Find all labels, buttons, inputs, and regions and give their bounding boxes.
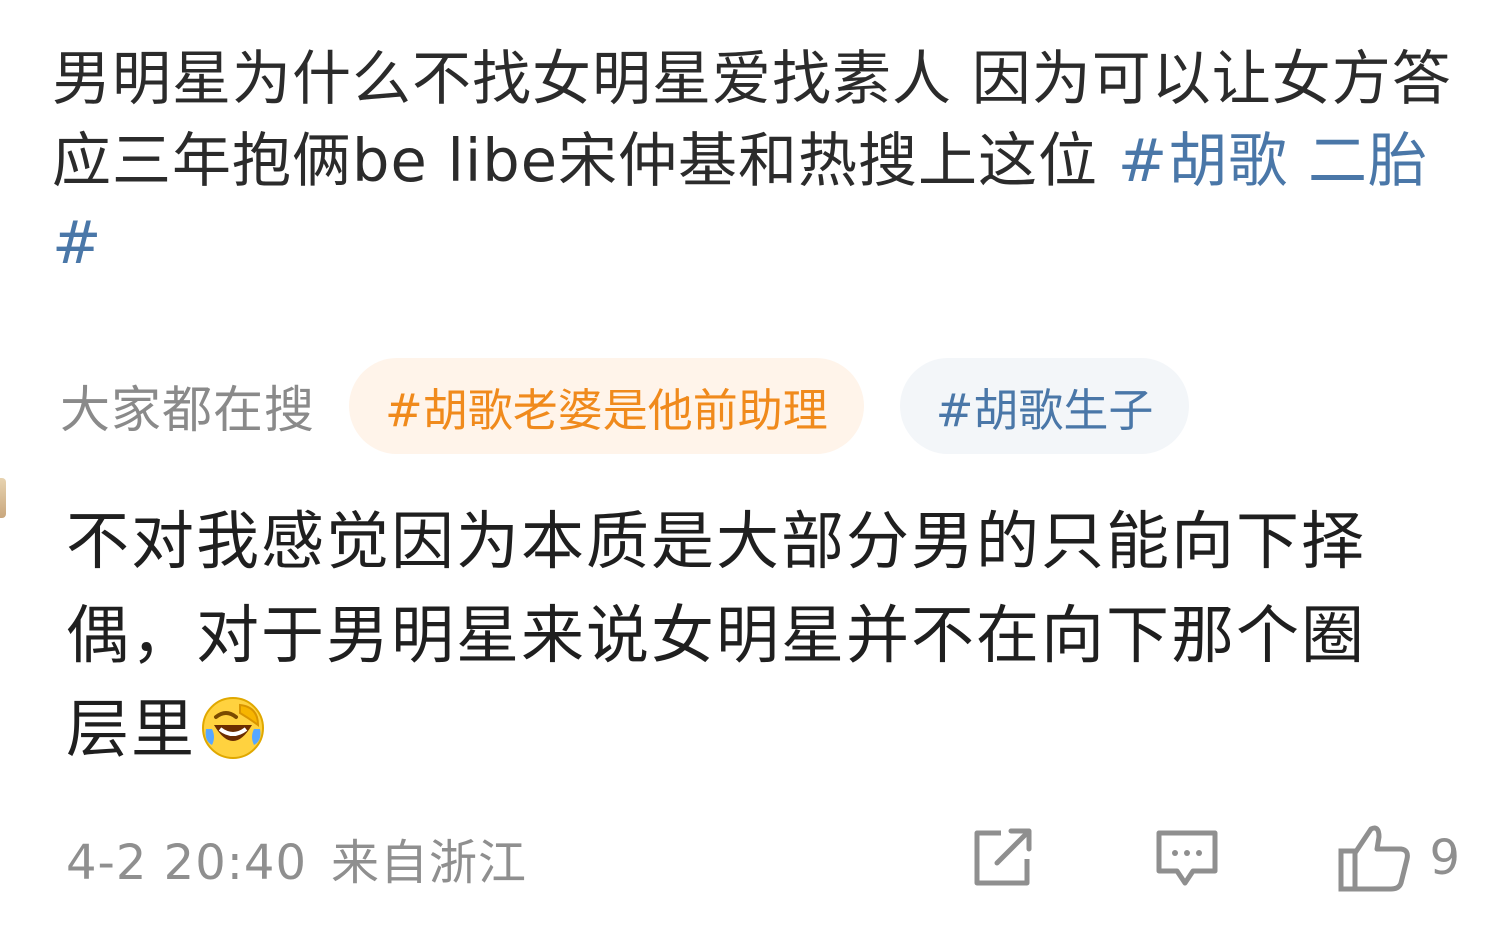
post-text: 男明星为什么不找女明星爱找素人 因为可以让女方答应三年抱俩be libe宋仲基和… [52, 38, 1452, 284]
like-button[interactable]: 9 [1337, 823, 1460, 893]
comment-location: 来自浙江 [330, 835, 527, 891]
comment-button[interactable] [1153, 827, 1221, 889]
trending-searches: 大家都在搜 #胡歌老婆是他前助理 #胡歌生子 [60, 358, 1225, 454]
trending-chip-2[interactable]: #胡歌生子 [899, 358, 1190, 454]
avatar-edge [0, 478, 6, 518]
comment-actions: 9 [971, 820, 1460, 896]
share-button[interactable] [971, 827, 1037, 889]
comment-icon [1153, 827, 1221, 889]
trending-chip-1-label: #胡歌老婆是他前助理 [385, 383, 828, 437]
laugh-crying-emoji-icon [200, 693, 266, 787]
comment-footer: 4-2 20:40 来自浙江 9 [66, 820, 1460, 896]
comment-meta: 4-2 20:40 来自浙江 [66, 823, 527, 893]
share-icon [971, 827, 1037, 889]
like-count: 9 [1429, 830, 1460, 886]
comment-date: 4-2 20:40 [66, 835, 307, 891]
trending-chip-1[interactable]: #胡歌老婆是他前助理 [349, 358, 864, 454]
trending-label: 大家都在搜 [60, 381, 315, 439]
like-icon [1337, 823, 1413, 893]
comment-text: 不对我感觉因为本质是大部分男的只能向下择偶，对于男明星来说女明星并不在向下那个圈… [66, 495, 1406, 787]
trending-chip-2-label: #胡歌生子 [935, 383, 1154, 437]
